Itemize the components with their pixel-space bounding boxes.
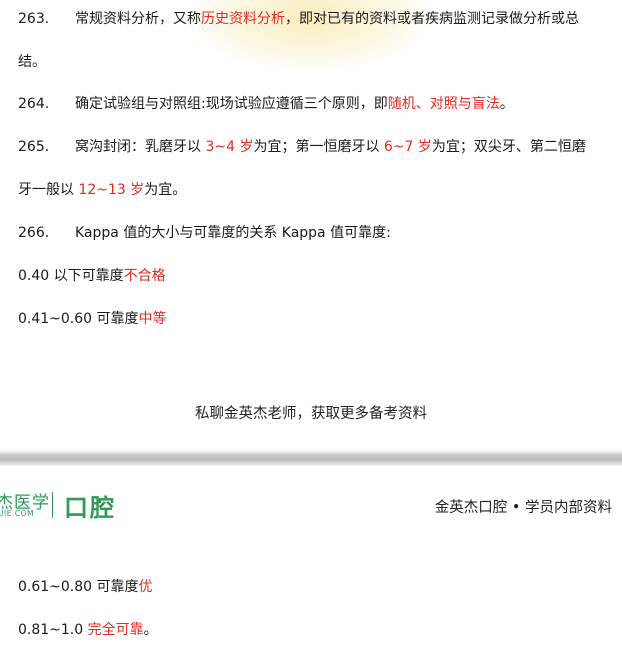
item-263-line2: 结。 xyxy=(18,54,46,70)
kappa-range-3: 0.61~0.80 可靠度优 xyxy=(18,579,153,595)
item-265-line1: 265. 窝沟封闭：乳磨牙以 3~4 岁为宜；第一恒磨牙以 6~7 岁为宜；双尖牙… xyxy=(18,139,586,155)
kappa-range-4: 0.81~1.0 完全可靠。 xyxy=(18,622,158,638)
footer-note: 私聊金英杰老师，获取更多备考资料 xyxy=(195,406,427,422)
item-263-line1: 263. 常规资料分析，又称历史资料分析，即对已有的资料或者疾病监测记录做分析或总 xyxy=(18,11,579,27)
document-page-bottom: 杰医学 UIE.COM 口腔 金英杰口腔 • 学员内部资料 0.61~0.80 … xyxy=(0,466,622,654)
logo-product: 口腔 xyxy=(64,494,116,522)
kappa-range-2: 0.41~0.60 可靠度中等 xyxy=(18,311,167,327)
page-separator xyxy=(0,450,622,466)
logo-divider xyxy=(52,492,53,518)
page-header-title: 金英杰口腔 • 学员内部资料 xyxy=(434,500,612,516)
document-page-top: 263. 常规资料分析，又称历史资料分析，即对已有的资料或者疾病监测记录做分析或总… xyxy=(0,0,622,450)
kappa-range-1: 0.40 以下可靠度不合格 xyxy=(18,268,166,284)
item-266: 266. Kappa 值的大小与可靠度的关系 Kappa 值可靠度: xyxy=(18,225,391,241)
item-265-line2: 牙一般以 12~13 岁为宜。 xyxy=(18,182,187,198)
item-264: 264. 确定试验组与对照组:现场试验应遵循三个原则，即随机、对照与盲法。 xyxy=(18,96,514,112)
logo-domain: UIE.COM xyxy=(0,509,34,518)
